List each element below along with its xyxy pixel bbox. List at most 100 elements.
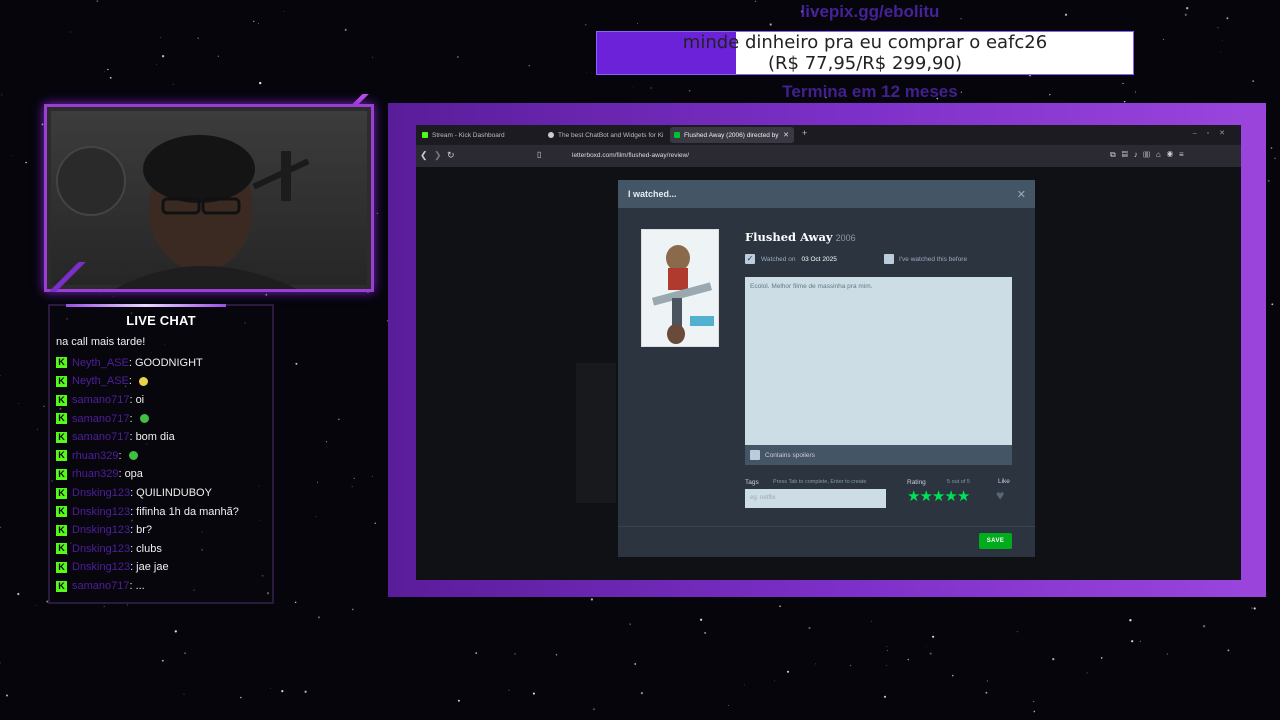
page-background-shape bbox=[576, 363, 616, 503]
back-icon[interactable]: ❮ bbox=[420, 150, 428, 161]
reload-icon[interactable]: ↻ bbox=[447, 150, 455, 161]
star-dot bbox=[257, 22, 259, 24]
chat-username[interactable]: Dnsking123 bbox=[72, 487, 130, 499]
window-controls[interactable]: –▫✕ bbox=[1193, 129, 1235, 137]
chat-message: K Dnsking123: clubs bbox=[56, 540, 271, 559]
star-icon[interactable]: ★ bbox=[907, 488, 920, 505]
chat-text: opa bbox=[124, 468, 143, 481]
star-dot bbox=[584, 23, 587, 26]
chat-separator: : bbox=[130, 524, 134, 537]
star-dot bbox=[886, 649, 888, 651]
watched-on-checkbox[interactable]: ✓ bbox=[745, 254, 755, 264]
star-dot bbox=[632, 87, 634, 89]
star-dot bbox=[1033, 710, 1036, 713]
rating-value-text: 5 out of 5 bbox=[947, 479, 970, 485]
star-dot bbox=[1122, 82, 1124, 85]
chat-username[interactable]: Neyth_ASE bbox=[72, 357, 129, 369]
goal-amount: (R$ 77,95/R$ 299,90) bbox=[768, 53, 962, 74]
kick-badge-icon: K bbox=[56, 375, 67, 387]
rewatch-checkbox[interactable] bbox=[884, 254, 894, 264]
chat-message: K Neyth_ASE: bbox=[56, 372, 271, 391]
chat-username[interactable]: Neyth_ASE bbox=[72, 375, 129, 387]
chat-separator: : bbox=[129, 580, 133, 593]
star-dot bbox=[344, 28, 347, 31]
star-dot bbox=[172, 83, 174, 85]
star-dot bbox=[351, 485, 353, 488]
browser-toolbar-icons[interactable]: ⧉▤♪▥⌂◉≡ bbox=[1110, 150, 1190, 160]
kick-badge-icon: K bbox=[56, 561, 67, 573]
close-icon[interactable]: ✕ bbox=[1017, 188, 1026, 201]
film-year: 2006 bbox=[835, 233, 856, 243]
chat-username[interactable]: Dnsking123 bbox=[72, 524, 130, 536]
star-dot bbox=[253, 20, 255, 23]
tab-chatbot[interactable]: The best ChatBot and Widgets for Ki bbox=[544, 127, 666, 143]
star-dot bbox=[932, 635, 935, 638]
tab-letterboxd[interactable]: Flushed Away (2006) directed by ✕ bbox=[670, 127, 794, 143]
star-dot bbox=[338, 418, 340, 420]
star-dot bbox=[885, 664, 887, 666]
chat-username[interactable]: samano717 bbox=[72, 413, 130, 425]
star-dot bbox=[17, 592, 20, 596]
forward-icon[interactable]: ❯ bbox=[434, 150, 442, 161]
chat-username[interactable]: samano717 bbox=[72, 394, 130, 406]
close-tab-icon[interactable]: ✕ bbox=[783, 131, 789, 139]
star-dot bbox=[1131, 640, 1134, 643]
chat-message: K Neyth_ASE: GOODNIGHT bbox=[56, 354, 271, 373]
chat-message: K Dnsking123: fifinha 1h da manhã? bbox=[56, 502, 271, 521]
star-dot bbox=[372, 56, 374, 58]
kick-badge-icon: K bbox=[56, 357, 67, 369]
watched-date[interactable]: 03 Oct 2025 bbox=[801, 256, 836, 263]
star-dot bbox=[650, 87, 652, 89]
save-button[interactable]: SAVE bbox=[979, 533, 1012, 549]
chat-username[interactable]: samano717 bbox=[72, 580, 130, 592]
star-dot bbox=[814, 663, 816, 665]
chat-username[interactable]: samano717 bbox=[72, 431, 130, 443]
star-dot bbox=[933, 631, 934, 633]
star-dot bbox=[1016, 631, 1018, 633]
spoilers-checkbox[interactable] bbox=[750, 450, 760, 460]
star-dot bbox=[907, 658, 910, 661]
chat-username[interactable]: rhuan329 bbox=[72, 468, 119, 480]
new-tab-icon[interactable]: + bbox=[802, 128, 807, 138]
star-dot bbox=[555, 654, 558, 656]
rating-stars[interactable]: ★★★★★ bbox=[907, 487, 970, 505]
star-dot bbox=[25, 161, 27, 164]
star-icon[interactable]: ★ bbox=[957, 488, 970, 505]
kick-badge-icon: K bbox=[56, 524, 67, 536]
star-icon[interactable]: ★ bbox=[944, 488, 957, 505]
chat-text: fifinha 1h da manhã? bbox=[136, 505, 239, 518]
review-textarea[interactable]: Ecolol. Melhor filme de massinha pra mim… bbox=[745, 277, 1012, 445]
chat-username[interactable]: Dnsking123 bbox=[72, 506, 130, 518]
star-dot bbox=[295, 362, 298, 365]
poster-image bbox=[642, 230, 718, 346]
url-bar[interactable]: letterboxd.com/film/flushed-away/review/ bbox=[536, 148, 1056, 164]
star-dot bbox=[161, 659, 164, 662]
chat-message: Ksamano717:... bbox=[56, 577, 271, 596]
chat-username[interactable]: Dnsking123 bbox=[72, 561, 130, 573]
star-dot bbox=[1226, 17, 1229, 20]
tags-input[interactable]: eg. netflix bbox=[745, 489, 886, 508]
chat-username[interactable]: Dnsking123 bbox=[72, 543, 130, 555]
kick-badge-icon: K bbox=[56, 543, 67, 555]
chat-username[interactable]: rhuan329 bbox=[72, 450, 119, 462]
star-dot bbox=[5, 694, 9, 697]
goal-time-left: Termina em 12 meses bbox=[782, 82, 958, 101]
star-icon[interactable]: ★ bbox=[919, 488, 932, 505]
chat-separator: : bbox=[129, 431, 133, 444]
star-dot bbox=[372, 476, 373, 477]
star-icon[interactable]: ★ bbox=[932, 488, 945, 505]
kick-badge-icon: K bbox=[56, 394, 67, 406]
star-dot bbox=[35, 604, 37, 606]
star-dot bbox=[1217, 27, 1219, 29]
tab-kick-dashboard[interactable]: Stream - Kick Dashboard bbox=[418, 127, 542, 143]
star-dot bbox=[870, 620, 872, 622]
star-dot bbox=[174, 630, 177, 633]
star-dot bbox=[1033, 701, 1035, 702]
star-dot bbox=[96, 0, 99, 2]
chat-separator: : bbox=[130, 542, 134, 555]
letterboxd-icon bbox=[674, 132, 680, 138]
star-dot bbox=[113, 296, 115, 298]
chat-text: oi bbox=[135, 394, 145, 407]
star-dot bbox=[849, 664, 852, 667]
like-heart-icon[interactable]: ♥ bbox=[996, 487, 1004, 503]
